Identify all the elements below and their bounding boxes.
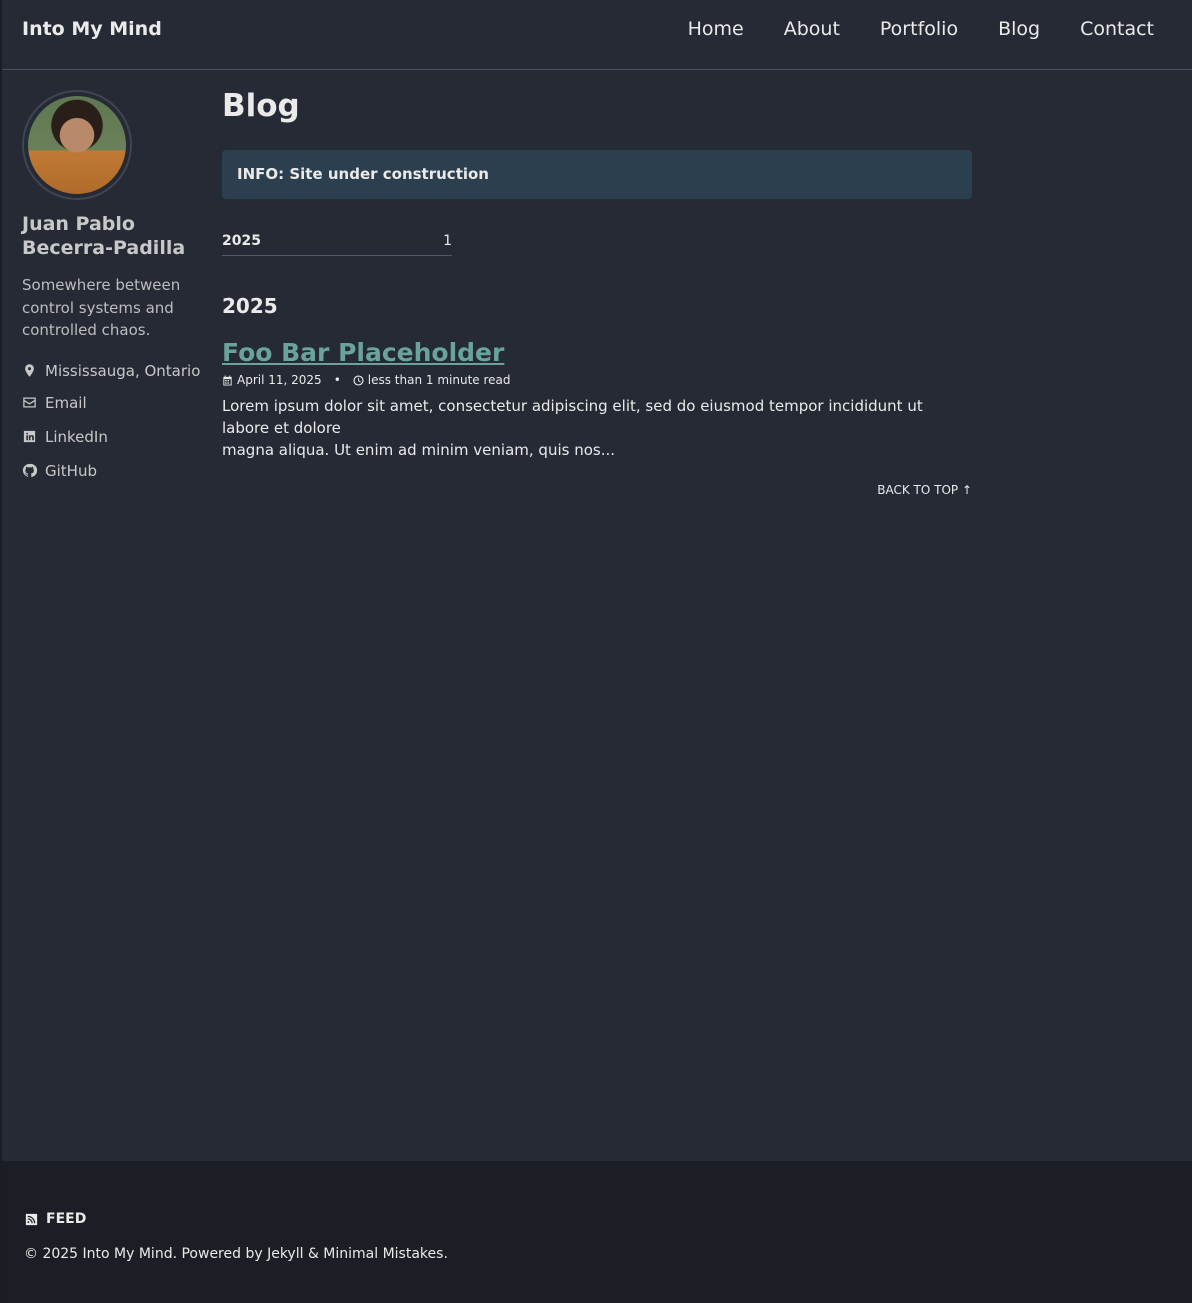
nav-blog[interactable]: Blog xyxy=(998,18,1040,40)
taxonomy-count: 1 xyxy=(443,233,452,249)
feed-label: FEED xyxy=(46,1211,87,1227)
author-avatar xyxy=(22,90,132,200)
email-label: Email xyxy=(45,393,87,412)
github-label: GitHub xyxy=(45,461,97,480)
info-notice: INFO: Site under construction xyxy=(222,150,972,199)
site-title-link[interactable]: Into My Mind xyxy=(22,18,162,40)
author-location: Mississauga, Ontario xyxy=(22,356,202,386)
calendar-icon xyxy=(223,374,232,386)
author-name-line1: Juan Pablo xyxy=(22,213,135,235)
masthead: Into My Mind Home About Portfolio Blog C… xyxy=(2,0,1192,70)
author-bio: Somewhere between control systems and co… xyxy=(22,274,202,342)
author-linkedin-link[interactable]: LinkedIn xyxy=(22,420,202,454)
feed-link[interactable]: FEED xyxy=(24,1211,86,1227)
post-date: April 11, 2025 xyxy=(237,373,322,387)
author-name: Juan Pablo Becerra-Padilla xyxy=(22,212,202,260)
nav-contact[interactable]: Contact xyxy=(1080,18,1154,40)
post-title-link[interactable]: Foo Bar Placeholder xyxy=(222,338,504,367)
post-meta: April 11, 2025 • less than 1 minute read xyxy=(222,373,972,387)
nav-home[interactable]: Home xyxy=(688,18,744,40)
clock-icon xyxy=(353,374,364,386)
avatar-photo xyxy=(28,96,126,194)
linkedin-icon xyxy=(23,430,36,443)
taxonomy-year: 2025 xyxy=(222,233,261,249)
back-to-top-link[interactable]: BACK TO TOP ↑ xyxy=(222,483,972,497)
rss-icon xyxy=(25,1213,38,1225)
post-excerpt-line1: Lorem ipsum dolor sit amet, consectetur … xyxy=(222,397,923,437)
envelope-icon xyxy=(23,397,36,408)
post-excerpt-line2: magna aliqua. Ut enim ad minim veniam, q… xyxy=(222,441,616,459)
archive-year-heading: 2025 xyxy=(222,294,278,318)
author-sidebar: Juan Pablo Becerra-Padilla Somewhere bet… xyxy=(22,90,202,488)
nav-about[interactable]: About xyxy=(784,18,840,40)
author-name-line2: Becerra-Padilla xyxy=(22,237,186,259)
author-bio-line1: Somewhere between xyxy=(22,276,181,294)
page-footer: FEED © 2025 Into My Mind. Powered by Jek… xyxy=(2,1161,1192,1303)
year-taxonomy-link[interactable]: 2025 1 xyxy=(222,233,452,256)
post-read-time: less than 1 minute read xyxy=(367,373,511,387)
github-icon xyxy=(22,463,37,477)
main-content: Blog INFO: Site under construction 2025 … xyxy=(222,88,972,497)
nav-portfolio[interactable]: Portfolio xyxy=(880,18,958,40)
post-excerpt: Lorem ipsum dolor sit amet, consectetur … xyxy=(222,395,972,461)
location-label: Mississauga, Ontario xyxy=(45,361,201,380)
author-bio-line2: control systems and xyxy=(22,298,174,317)
author-email-link[interactable]: Email xyxy=(22,386,202,420)
meta-separator: • xyxy=(333,373,341,387)
location-icon xyxy=(25,364,34,377)
page-title: Blog xyxy=(222,88,300,124)
author-github-link[interactable]: GitHub xyxy=(22,454,202,488)
author-links: Mississauga, Ontario Email LinkedIn GitH… xyxy=(22,356,202,488)
main-nav: Home About Portfolio Blog Contact xyxy=(688,18,1154,40)
author-bio-line3: controlled chaos. xyxy=(22,321,151,339)
linkedin-label: LinkedIn xyxy=(45,427,108,446)
copyright-text: © 2025 Into My Mind. Powered by Jekyll &… xyxy=(24,1246,448,1262)
